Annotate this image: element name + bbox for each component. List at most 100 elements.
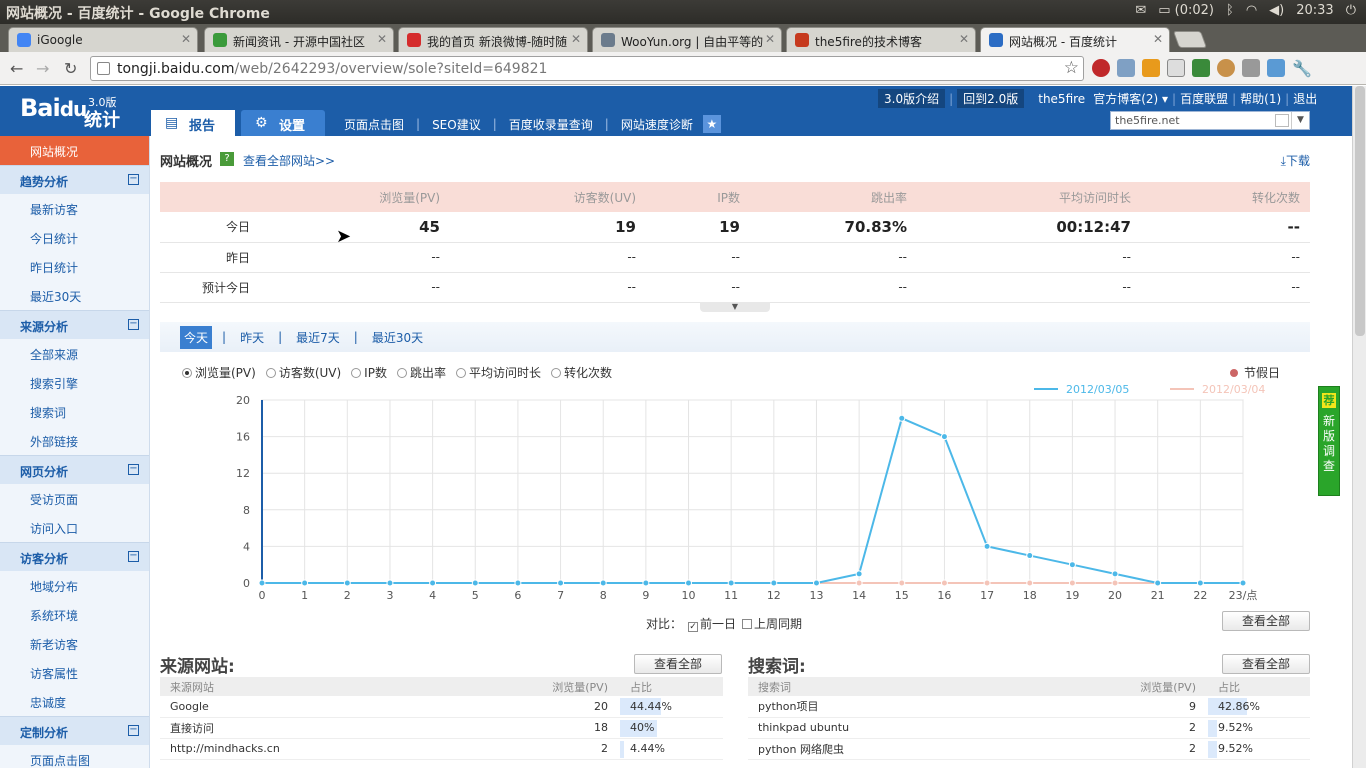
- weather-icon[interactable]: [1267, 59, 1285, 77]
- sidebar-item-visitor-attrs[interactable]: 访客属性: [0, 658, 149, 687]
- screenshot-icon[interactable]: [1117, 59, 1135, 77]
- keywords-title: 搜索词:: [748, 657, 806, 677]
- link-index-query[interactable]: 百度收录量查询: [509, 116, 593, 133]
- reload-icon[interactable]: ↻: [64, 59, 77, 78]
- table-row[interactable]: 直接访问 18 40%: [160, 717, 723, 739]
- forward-icon[interactable]: →: [36, 59, 49, 78]
- cookie-icon[interactable]: [1217, 59, 1235, 77]
- collapse-icon[interactable]: −: [128, 174, 139, 185]
- site-select[interactable]: the5fire.net ▼: [1110, 111, 1310, 130]
- wifi-icon[interactable]: ◠: [1246, 3, 1257, 18]
- view-all-sources-button[interactable]: 查看全部: [634, 654, 722, 674]
- new-tab-button[interactable]: [1172, 31, 1208, 48]
- data-point: [343, 579, 351, 587]
- link-seo[interactable]: SEO建议: [432, 116, 481, 133]
- close-icon[interactable]: ✕: [377, 32, 387, 46]
- sidebar-item-all-sources[interactable]: 全部来源: [0, 339, 149, 368]
- mail-icon[interactable]: ✉: [1135, 3, 1146, 18]
- close-icon[interactable]: ✕: [765, 32, 775, 46]
- data-point: [599, 579, 607, 587]
- view-all-keywords-button[interactable]: 查看全部: [1222, 654, 1310, 674]
- music-icon[interactable]: [1142, 59, 1160, 77]
- collapse-icon[interactable]: −: [128, 551, 139, 562]
- sidebar-item-today[interactable]: 今日统计: [0, 223, 149, 252]
- checkbox-prev-day[interactable]: ✓ 前一日: [688, 615, 736, 632]
- tab-the5fire-blog[interactable]: the5fire的技术博客 ✕: [786, 27, 976, 52]
- sidebar-item-new-returning[interactable]: 新老访客: [0, 629, 149, 658]
- checkbox-last-week[interactable]: 上周同期: [742, 615, 802, 632]
- sidebar-item-system-env[interactable]: 系统环境: [0, 600, 149, 629]
- power-icon[interactable]: ⏻: [1346, 3, 1356, 18]
- sidebar-item-click-map[interactable]: 页面点击图: [0, 745, 149, 774]
- view-all-chart-button[interactable]: 查看全部: [1222, 611, 1310, 631]
- vertical-scrollbar[interactable]: [1352, 86, 1366, 768]
- window-icon[interactable]: [1167, 59, 1185, 77]
- sidebar-item-loyalty[interactable]: 忠诚度: [0, 687, 149, 716]
- sidebar-item-region[interactable]: 地域分布: [0, 571, 149, 600]
- tab-wooyun[interactable]: WooYun.org | 自由平等的 ✕: [592, 27, 782, 52]
- new-version-survey[interactable]: 荐 新版调查: [1318, 386, 1340, 496]
- sidebar-item-external-links[interactable]: 外部链接: [0, 426, 149, 455]
- table-row[interactable]: python项目 9 42.86%: [748, 696, 1310, 718]
- collapse-icon[interactable]: −: [128, 725, 139, 736]
- volume-icon[interactable]: ◀): [1269, 3, 1284, 18]
- back-icon[interactable]: ←: [10, 59, 23, 78]
- close-icon[interactable]: ✕: [571, 32, 581, 46]
- gmail-icon[interactable]: [1242, 59, 1260, 77]
- tab-settings[interactable]: ⚙ 设置: [241, 110, 325, 136]
- chevron-down-icon[interactable]: ▼: [1291, 112, 1309, 129]
- tab-igoogle[interactable]: iGoogle ✕: [8, 27, 198, 52]
- wrench-icon[interactable]: 🔧: [1292, 59, 1312, 78]
- link-logout[interactable]: 退出: [1293, 90, 1317, 107]
- collapse-icon[interactable]: −: [128, 464, 139, 475]
- sidebar-item-latest-visitors[interactable]: 最新访客: [0, 194, 149, 223]
- table-row[interactable]: thinkpad ubuntu 2 9.52%: [748, 717, 1310, 739]
- bookmark-star-icon[interactable]: ☆: [1064, 58, 1079, 78]
- sidebar-item-search-engines[interactable]: 搜索引擎: [0, 368, 149, 397]
- table-row[interactable]: Google 20 44.44%: [160, 696, 723, 718]
- app-header: Baidu 3.0版 统计 ▤ 报告 ⚙ 设置 页面点击图 | SEO建议 | 百度收录…: [0, 86, 1352, 136]
- link-back-v2[interactable]: 回到2.0版: [957, 89, 1025, 108]
- url-text[interactable]: tongji.baidu.com/web/2642293/overview/so…: [117, 61, 547, 77]
- sidebar-group-visitors[interactable]: 访客分析 −: [0, 542, 149, 571]
- sidebar-group-custom[interactable]: 定制分析 −: [0, 716, 149, 745]
- clock[interactable]: 20:33: [1296, 3, 1333, 18]
- link-speed-diagnosis[interactable]: 网站速度诊断: [621, 116, 693, 133]
- sidebar-item-last30[interactable]: 最近30天: [0, 281, 149, 310]
- sidebar-group-trend[interactable]: 趋势分析 −: [0, 165, 149, 194]
- site-checkbox[interactable]: [1275, 114, 1289, 127]
- link-official-blog[interactable]: 官方博客(2) ▾: [1093, 90, 1168, 107]
- sidebar-group-source[interactable]: 来源分析 −: [0, 310, 149, 339]
- evernote-icon[interactable]: [1192, 59, 1210, 77]
- tab-baidu-tongji[interactable]: 网站概况 - 百度统计 ✕: [980, 27, 1170, 52]
- link-baidu-union[interactable]: 百度联盟: [1180, 90, 1228, 107]
- sidebar-item-visited-pages[interactable]: 受访页面: [0, 484, 149, 513]
- bluetooth-icon[interactable]: ᛒ: [1226, 3, 1234, 18]
- table-row[interactable]: python 网络爬虫 2 9.52%: [748, 738, 1310, 760]
- scrollbar-thumb[interactable]: [1355, 86, 1365, 336]
- tab-oschina[interactable]: 新闻资讯 - 开源中国社区 ✕: [204, 27, 394, 52]
- username[interactable]: the5fire: [1038, 92, 1085, 106]
- close-icon[interactable]: ✕: [1153, 32, 1163, 46]
- baidu-logo[interactable]: Baidu: [20, 94, 87, 122]
- sidebar-item-entry-pages[interactable]: 访问入口: [0, 513, 149, 542]
- tab-weibo[interactable]: 我的首页 新浪微博-随时随 ✕: [398, 27, 588, 52]
- sidebar-item-search-words[interactable]: 搜索词: [0, 397, 149, 426]
- battery-indicator[interactable]: ▭ (0:02): [1158, 3, 1214, 18]
- link-v3-intro[interactable]: 3.0版介绍: [878, 89, 946, 108]
- link-help[interactable]: 帮助(1): [1240, 90, 1281, 107]
- favorite-star-icon[interactable]: ★: [702, 115, 721, 133]
- tab-report[interactable]: ▤ 报告: [151, 110, 235, 136]
- x-tick-label: 3: [386, 589, 393, 602]
- sidebar-item-yesterday[interactable]: 昨日统计: [0, 252, 149, 281]
- collapse-icon[interactable]: −: [128, 319, 139, 330]
- sidebar-item-overview[interactable]: 网站概况: [0, 136, 149, 165]
- table-row[interactable]: http://mindhacks.cn 2 4.44%: [160, 738, 723, 760]
- adblock-icon[interactable]: [1092, 59, 1110, 77]
- address-bar[interactable]: tongji.baidu.com/web/2642293/overview/so…: [90, 56, 1084, 81]
- sidebar-group-pages[interactable]: 网页分析 −: [0, 455, 149, 484]
- close-icon[interactable]: ✕: [959, 32, 969, 46]
- close-icon[interactable]: ✕: [181, 32, 191, 46]
- link-page-click-map[interactable]: 页面点击图: [344, 116, 404, 133]
- data-point: [898, 579, 906, 587]
